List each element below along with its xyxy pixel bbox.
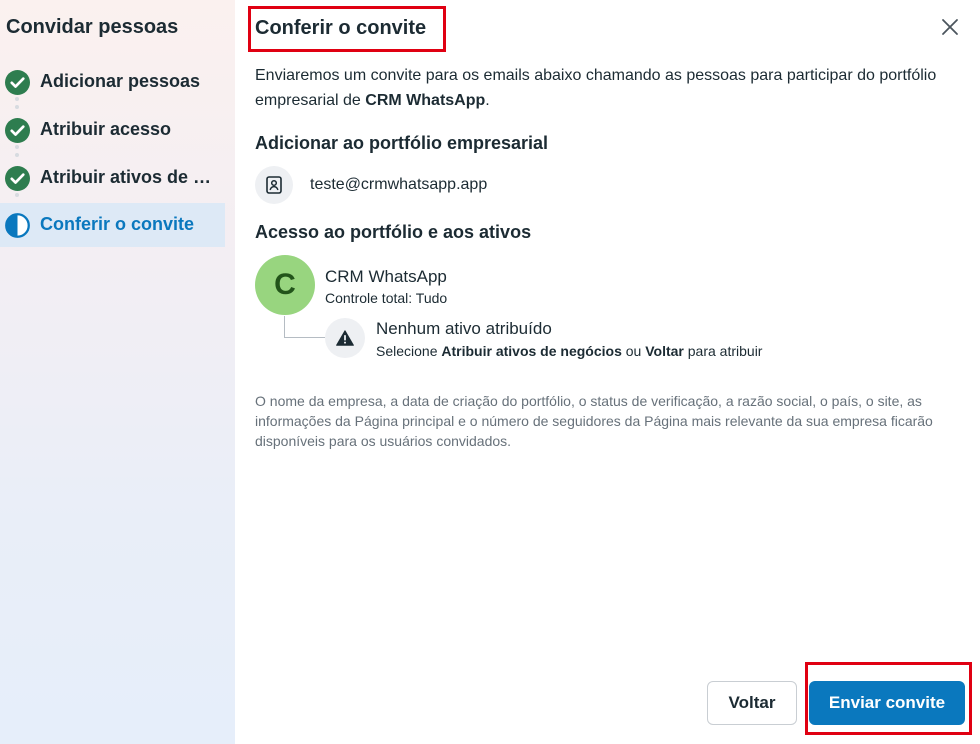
step-label: Adicionar pessoas: [40, 71, 201, 91]
step-assign-assets[interactable]: Atribuir ativos de negócios: [0, 156, 225, 200]
send-highlight-box: [805, 662, 972, 735]
step-label: Conferir o convite: [40, 214, 195, 234]
business-access-level: Controle total: Tudo: [325, 290, 448, 306]
business-avatar: C: [255, 255, 315, 315]
intro-business-name: CRM WhatsApp: [365, 92, 486, 109]
step-label: Atribuir ativos de negócios: [40, 167, 218, 187]
hint-assign-assets: Atribuir ativos de negócios: [441, 343, 622, 359]
step-add-people[interactable]: Adicionar pessoas: [0, 60, 225, 104]
step-label: Atribuir acesso: [40, 119, 172, 139]
half-circle-icon: [5, 213, 30, 238]
page-title: Conferir o convite: [255, 17, 427, 39]
check-circle-icon: [5, 118, 30, 143]
business-name: CRM WhatsApp: [325, 267, 447, 286]
check-circle-icon: [5, 70, 30, 95]
step-connector: [15, 193, 19, 201]
close-icon[interactable]: [940, 17, 960, 37]
back-button[interactable]: Voltar: [707, 681, 797, 725]
access-section-title: Acesso ao portfólio e aos ativos: [255, 222, 532, 242]
intro-suffix: .: [485, 92, 490, 109]
invite-email: teste@crmwhatsapp.app: [310, 176, 488, 193]
check-circle-icon: [5, 166, 30, 191]
tree-connector: [284, 316, 325, 338]
disclaimer-text: O nome da empresa, a data de criação do …: [255, 393, 933, 449]
sidebar: Convidar pessoas Adicionar pessoas Atrib…: [0, 0, 235, 744]
hint-text: ou: [621, 343, 646, 359]
email-row: teste@crmwhatsapp.app: [255, 166, 487, 204]
step-review-invite[interactable]: Conferir o convite: [0, 203, 225, 247]
main-panel: Conferir o convite Enviaremos um convite…: [235, 0, 980, 744]
intro-prefix: Enviaremos um convite para os emails aba…: [255, 67, 937, 109]
warning-icon: [325, 318, 365, 358]
hint-text: Selecione: [376, 343, 442, 359]
sidebar-title: Convidar pessoas: [6, 16, 179, 38]
add-section-title: Adicionar ao portfólio empresarial: [255, 133, 549, 153]
intro-text: Enviaremos um convite para os emails aba…: [255, 63, 955, 113]
hint-back: Voltar: [645, 343, 684, 359]
contact-card-icon: [255, 166, 293, 204]
no-assets-hint: Selecione Atribuir ativos de negócios ou…: [376, 343, 762, 359]
step-assign-access[interactable]: Atribuir acesso: [0, 108, 225, 152]
no-assets-title: Nenhum ativo atribuído: [376, 319, 552, 338]
hint-text: para atribuir: [683, 343, 763, 359]
